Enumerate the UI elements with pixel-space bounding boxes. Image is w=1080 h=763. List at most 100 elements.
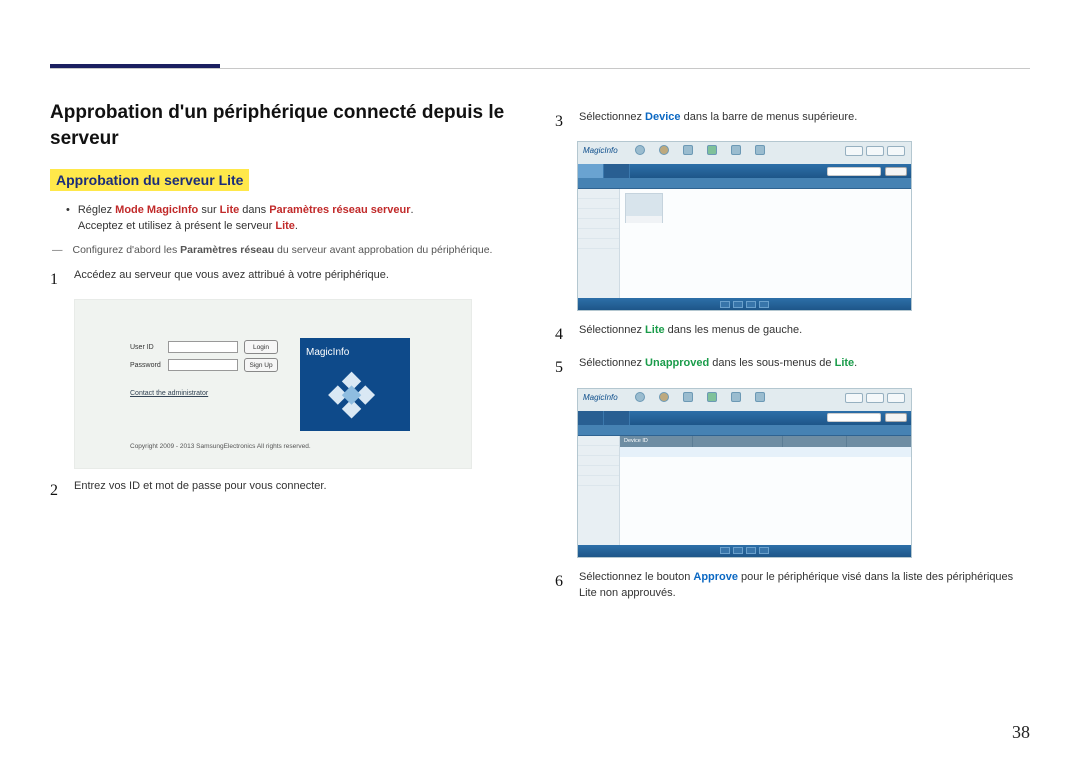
step-text: dans les menus de gauche. [665,324,803,336]
app-logo: MagicInfo [583,393,618,402]
app-logo: MagicInfo [583,146,618,155]
page-title: Approbation d'un périphérique connecté d… [50,100,525,151]
step-text: dans les sous-menus de [709,357,834,369]
dash-icon: ― [52,243,63,258]
step-number: 3 [555,110,579,133]
sidebar-item[interactable] [578,229,619,239]
page-button[interactable] [733,301,743,308]
bullet-text: . [295,220,298,232]
header-right-buttons [845,146,905,156]
userid-input[interactable] [168,341,238,353]
login-screenshot: User ID Login Password Sign Up Contact t… [74,299,472,469]
search-button[interactable] [885,167,907,176]
search-button[interactable] [885,413,907,422]
search-input[interactable] [827,413,881,422]
sidebar-item[interactable] [578,456,619,466]
brand-label: MagicInfo [306,347,349,358]
step-text: Sélectionnez [579,111,645,123]
header-button[interactable] [845,393,863,403]
top-icon[interactable] [729,145,743,159]
step-number: 1 [50,268,74,291]
page-number: 38 [1012,722,1030,743]
list-header-col [783,436,847,447]
top-icon[interactable] [705,145,719,159]
page-button[interactable] [720,547,730,554]
header-button[interactable] [866,146,884,156]
tab[interactable] [604,411,630,425]
page-button[interactable] [746,547,756,554]
unapproved-term: Unapproved [645,357,709,369]
step-text: Accédez au serveur que vous avez attribu… [74,268,525,291]
second-bar [578,178,911,189]
top-icon[interactable] [681,145,695,159]
page-button[interactable] [720,301,730,308]
copyright-text: Copyright 2009 - 2013 SamsungElectronics… [130,443,311,450]
sidebar-item[interactable] [578,436,619,446]
note-text: du serveur avant approbation du périphér… [274,244,492,256]
step-number: 5 [555,356,579,379]
page-button[interactable] [746,301,756,308]
contact-admin-link[interactable]: Contact the administrator [130,390,290,397]
step-6: 6 Sélectionnez le bouton Approve pour le… [555,570,1030,602]
note-bold: Paramètres réseau [180,244,274,256]
top-icon[interactable] [657,145,671,159]
lite-term: Lite [275,220,295,232]
list-row-selected[interactable] [620,447,911,457]
sidebar-item[interactable] [578,219,619,229]
step-text: Sélectionnez [579,324,645,336]
search-input[interactable] [827,167,881,176]
top-icon[interactable] [753,145,767,159]
password-input[interactable] [168,359,238,371]
header-button[interactable] [845,146,863,156]
list-header: Device ID [620,436,911,447]
params-term: Paramètres réseau serveur [269,204,410,216]
step-4: 4 Sélectionnez Lite dans les menus de ga… [555,323,1030,346]
tab[interactable] [578,164,604,178]
page-button[interactable] [733,547,743,554]
step-text: dans la barre de menus supérieure. [681,111,858,123]
step-2: 2 Entrez vos ID et mot de passe pour vou… [50,479,525,502]
main-content [620,189,911,298]
mode-magicinfo: Mode MagicInfo [115,204,198,216]
header-button[interactable] [866,393,884,403]
sidebar [578,189,620,298]
login-button[interactable]: Login [244,340,278,354]
sidebar-item[interactable] [578,466,619,476]
header-button[interactable] [887,393,905,403]
sidebar-item[interactable] [578,199,619,209]
sidebar-item[interactable] [578,446,619,456]
top-icon[interactable] [753,392,767,406]
top-icon[interactable] [705,392,719,406]
top-icon[interactable] [729,392,743,406]
step-5: 5 Sélectionnez Unapproved dans les sous-… [555,356,1030,379]
approve-term: Approve [693,571,738,583]
page-button[interactable] [759,547,769,554]
step-3: 3 Sélectionnez Device dans la barre de m… [555,110,1030,133]
note-text: Configurez d'abord les [73,244,181,256]
header-right-buttons [845,393,905,403]
sidebar [578,436,620,545]
signup-button[interactable]: Sign Up [244,358,278,372]
sidebar-item[interactable] [578,239,619,249]
sidebar-item[interactable] [578,189,619,199]
header-button[interactable] [887,146,905,156]
tab[interactable] [604,164,630,178]
brand-graphic [300,366,410,431]
list-header-col [847,436,911,447]
tab[interactable] [578,411,604,425]
top-icon[interactable] [633,145,647,159]
bullet-line2: Acceptez et utilisez à présent le serveu… [78,220,275,232]
top-icon[interactable] [657,392,671,406]
sidebar-item[interactable] [578,476,619,486]
top-icon[interactable] [633,392,647,406]
userid-label: User ID [130,344,168,351]
top-icon[interactable] [681,392,695,406]
list-header-col [693,436,783,447]
app-screenshot-1: MagicInfo [577,141,912,311]
device-thumbnail [626,194,662,216]
sidebar-item[interactable] [578,209,619,219]
device-card[interactable] [625,193,663,223]
page-button[interactable] [759,301,769,308]
second-bar [578,425,911,436]
device-caption [626,216,662,223]
